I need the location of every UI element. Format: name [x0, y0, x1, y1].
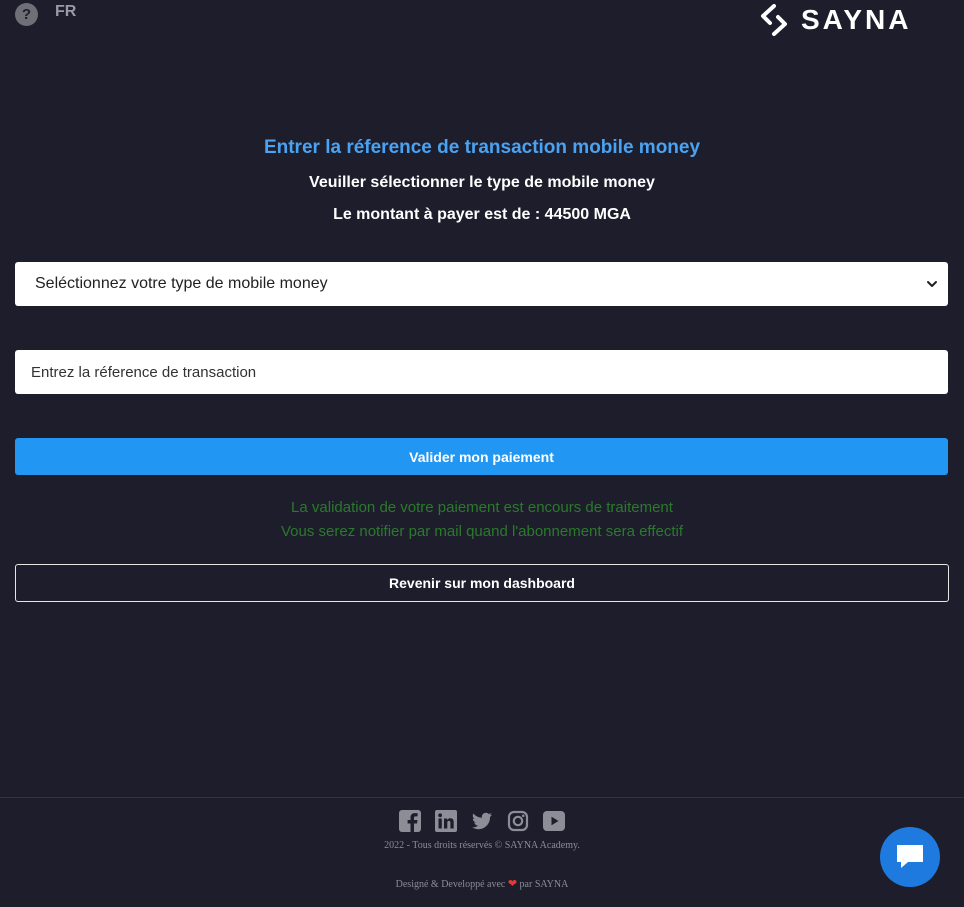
mobile-money-select[interactable]: Seléctionnez votre type de mobile money — [15, 262, 948, 306]
facebook-icon[interactable] — [399, 810, 421, 832]
amount-text: Le montant à payer est de : 44500 MGA — [333, 206, 631, 223]
status-message-processing: La validation de votre paiement est enco… — [291, 499, 673, 516]
chevron-down-icon — [927, 281, 937, 287]
youtube-icon[interactable] — [543, 810, 565, 832]
sayna-logo-icon — [761, 4, 787, 36]
credits-prefix: Designé & Developpé avec — [395, 879, 506, 890]
validate-payment-button[interactable]: Valider mon paiement — [15, 438, 948, 475]
status-message-notification: Vous serez notifier par mail quand l'abo… — [281, 523, 683, 540]
page-title: Entrer la réference de transaction mobil… — [263, 137, 701, 158]
back-to-dashboard-button[interactable]: Revenir sur mon dashboard — [15, 564, 949, 602]
footer-divider — [0, 797, 964, 798]
credits-suffix: par SAYNA — [519, 879, 569, 890]
help-button[interactable]: ? — [15, 3, 38, 26]
chat-bubble-icon — [897, 845, 923, 868]
copyright-text: 2022 - Tous droits réservés © SAYNA Acad… — [384, 840, 580, 851]
social-links — [0, 810, 964, 832]
transaction-reference-input[interactable] — [15, 350, 948, 394]
chat-button[interactable] — [880, 827, 940, 887]
page-subtitle: Veuiller sélectionner le type de mobile … — [309, 174, 655, 191]
twitter-icon[interactable] — [471, 810, 493, 832]
logo-text: SAYNA — [801, 4, 912, 35]
heart-icon: ❤ — [507, 878, 518, 890]
credits-text: Designé & Developpé avec ❤ par SAYNA — [0, 877, 964, 890]
language-selector[interactable]: FR — [55, 3, 76, 21]
instagram-icon[interactable] — [507, 810, 529, 832]
linkedin-icon[interactable] — [435, 810, 457, 832]
sayna-logo[interactable]: SAYNA — [759, 3, 911, 37]
select-value: Seléctionnez votre type de mobile money — [35, 275, 328, 292]
